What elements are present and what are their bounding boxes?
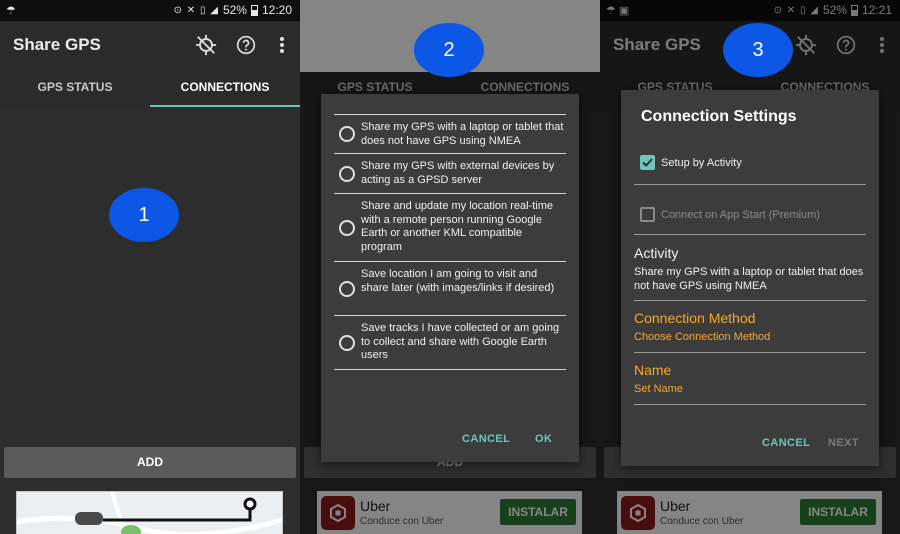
radio-button[interactable] (339, 281, 355, 297)
screen-connections: ☂ ⊙ ✕ ▯ ◢ 52% 12:20 Share GPS GPS STATUS… (0, 0, 300, 534)
option-nmea[interactable]: Share my GPS with a laptop or tablet tha… (334, 114, 566, 153)
app-title: Share GPS (13, 35, 101, 54)
checkmark-icon (642, 158, 653, 167)
activity-chooser-dialog: Share my GPS with a laptop or tablet tha… (321, 94, 579, 462)
connect-on-start-row[interactable]: Connect on App Start (Premium) (634, 193, 866, 235)
name-summary: Set Name (634, 383, 683, 395)
option-label: Share my GPS with a laptop or tablet tha… (361, 121, 564, 147)
option-label: Share and update my location real-time w… (361, 200, 553, 253)
screen-select-activity: GPS STATUS CONNECTIONS ADD Uber Conduce … (300, 0, 600, 534)
option-label: Save location I am going to visit and sh… (361, 268, 555, 294)
option-google-earth-realtime[interactable]: Share and update my location real-time w… (334, 193, 566, 261)
name-title: Name (634, 362, 672, 378)
setup-by-activity-label: Setup by Activity (661, 157, 742, 169)
signal-icons: ⊙ ✕ ▯ ◢ (173, 4, 219, 16)
ok-button[interactable]: OK (535, 433, 552, 445)
option-label: Save tracks I have collected or am going… (361, 322, 560, 361)
add-button[interactable]: ADD (4, 447, 296, 478)
dialog-title: Connection Settings (641, 108, 797, 125)
overflow-menu-icon[interactable] (270, 32, 294, 58)
next-button[interactable]: NEXT (828, 437, 859, 449)
gps-off-icon[interactable] (193, 32, 219, 58)
screen-connection-settings: ☂ ▣ ⊙ ✕ ▯ ◢ 52% 12:21 Share GPS GPS STAT… (600, 0, 900, 534)
connect-on-start-label: Connect on App Start (Premium) (661, 209, 820, 221)
radio-button[interactable] (339, 126, 355, 142)
radio-button[interactable] (339, 220, 355, 236)
checkbox-unchecked[interactable] (640, 207, 655, 222)
cancel-button[interactable]: CANCEL (762, 437, 810, 449)
clock: 12:20 (261, 3, 292, 17)
status-bar: ☂ ⊙ ✕ ▯ ◢ 52% 12:20 (0, 0, 300, 21)
activity-pref[interactable]: Activity Share my GPS with a laptop or t… (634, 235, 866, 301)
step-marker: 1 (109, 188, 179, 242)
status-icons: ⊙ ✕ ▯ ◢ 52% 12:20 (174, 3, 292, 17)
cancel-button[interactable]: CANCEL (462, 433, 510, 445)
app-bar: Share GPS (0, 21, 300, 72)
radio-button[interactable] (339, 335, 355, 351)
notification-icon: ☂ (6, 5, 16, 17)
setup-by-activity-row[interactable]: Setup by Activity (634, 145, 866, 185)
checkbox-checked[interactable] (640, 155, 655, 170)
map-ad-banner[interactable] (16, 491, 283, 534)
option-gpsd-server[interactable]: Share my GPS with external devices by ac… (334, 153, 566, 193)
connection-method-title: Connection Method (634, 310, 756, 326)
option-label: Share my GPS with external devices by ac… (361, 160, 555, 186)
tab-connections[interactable]: CONNECTIONS (150, 72, 300, 107)
tab-gps-status[interactable]: GPS STATUS (0, 72, 150, 107)
radio-button[interactable] (339, 166, 355, 182)
option-save-location[interactable]: Save location I am going to visit and sh… (334, 261, 566, 315)
step-marker: 3 (723, 23, 793, 77)
step-marker: 2 (414, 23, 484, 77)
connection-settings-dialog: Connection Settings Setup by Activity Co… (621, 90, 879, 466)
battery-icon (250, 4, 258, 16)
map-route-image (16, 491, 283, 534)
help-icon[interactable] (233, 32, 259, 58)
name-pref[interactable]: Name Set Name (634, 353, 866, 405)
battery-percent: 52% (222, 3, 247, 17)
tab-bar: GPS STATUS CONNECTIONS (0, 72, 300, 107)
connection-method-summary: Choose Connection Method (634, 331, 771, 343)
connection-method-pref[interactable]: Connection Method Choose Connection Meth… (634, 301, 866, 353)
activity-title: Activity (634, 245, 679, 261)
activity-summary: Share my GPS with a laptop or tablet tha… (634, 266, 864, 292)
option-save-tracks[interactable]: Save tracks I have collected or am going… (334, 315, 566, 370)
